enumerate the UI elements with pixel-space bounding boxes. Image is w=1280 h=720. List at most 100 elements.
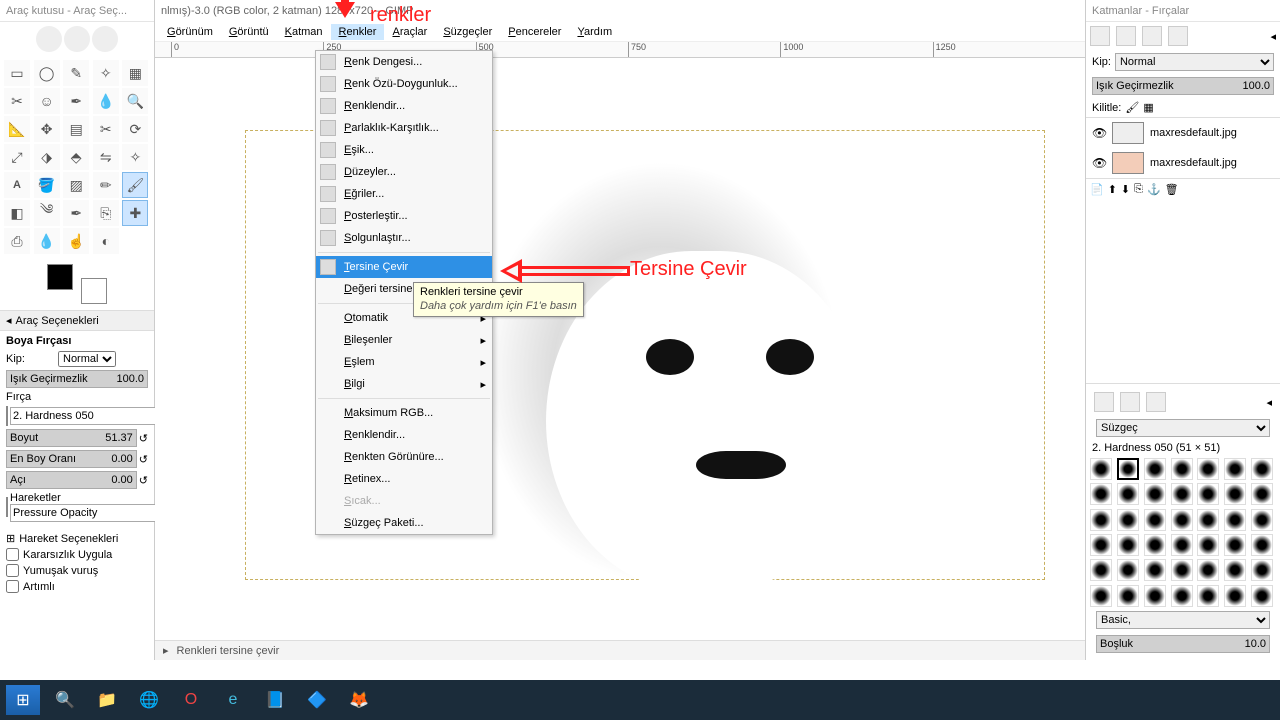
- mode-select[interactable]: Normal: [58, 351, 116, 367]
- brush-preset[interactable]: [1144, 509, 1166, 531]
- menu-item[interactable]: Renk Özü-Doygunluk...: [316, 73, 492, 95]
- brush-preset[interactable]: [1171, 585, 1193, 607]
- new-layer-icon[interactable]: 📄: [1090, 183, 1104, 196]
- dynamics-icon[interactable]: [6, 497, 8, 517]
- brush-preset[interactable]: [1090, 534, 1112, 556]
- brush-preset[interactable]: [1117, 509, 1139, 531]
- brush-preset[interactable]: [1251, 483, 1273, 505]
- brush-preset-select[interactable]: Basic,: [1096, 611, 1270, 629]
- brush-preset[interactable]: [1144, 458, 1166, 480]
- task-edge-icon[interactable]: 🌐: [132, 685, 166, 715]
- menu-item[interactable]: Renk Dengesi...: [316, 51, 492, 73]
- brush-preset[interactable]: [1224, 483, 1246, 505]
- brush-preset[interactable]: [1224, 585, 1246, 607]
- menu-katman[interactable]: Katman: [277, 24, 331, 40]
- gradients-tab-icon[interactable]: [1146, 392, 1166, 412]
- paths-tab-icon[interactable]: [1142, 26, 1162, 46]
- task-notepad-icon[interactable]: 📘: [258, 685, 292, 715]
- brush-preset[interactable]: [1171, 534, 1193, 556]
- task-gimp-icon[interactable]: 🦊: [342, 685, 376, 715]
- patterns-tab-icon[interactable]: [1120, 392, 1140, 412]
- size-reset-icon[interactable]: ↺: [139, 432, 148, 445]
- duplicate-layer-icon[interactable]: ⎘: [1134, 183, 1143, 196]
- brush-filter-select[interactable]: Süzgeç: [1096, 419, 1270, 437]
- tool-ellipse-select[interactable]: ◯: [34, 60, 60, 86]
- tool-fuzzy-select[interactable]: ✧: [93, 60, 119, 86]
- brush-preset[interactable]: [1251, 458, 1273, 480]
- brush-preset[interactable]: [1197, 483, 1219, 505]
- brush-preset[interactable]: [1197, 534, 1219, 556]
- menu-item[interactable]: Eşik...: [316, 139, 492, 161]
- menu-pencereler[interactable]: Pencereler: [500, 24, 569, 40]
- tool-text[interactable]: A: [4, 172, 30, 198]
- jitter-checkbox[interactable]: [6, 548, 19, 561]
- panel-menu-icon[interactable]: ◂: [1266, 396, 1272, 409]
- tool-cage[interactable]: ✧: [122, 144, 148, 170]
- brush-preset[interactable]: [1117, 585, 1139, 607]
- brush-preset[interactable]: [1224, 509, 1246, 531]
- menu-item[interactable]: Süzgeç Paketi...: [316, 512, 492, 534]
- layer-opacity-slider[interactable]: Işık Geçirmezlik100.0: [1092, 77, 1274, 95]
- task-app-icon[interactable]: 🔷: [300, 685, 334, 715]
- brush-preview-icon[interactable]: [6, 406, 8, 426]
- tool-rect-select[interactable]: ▭: [4, 60, 30, 86]
- layer-item[interactable]: 👁 maxresdefault.jpg: [1086, 118, 1280, 148]
- brush-preset[interactable]: [1224, 559, 1246, 581]
- tool-ink[interactable]: ✒: [63, 200, 89, 226]
- menu-item[interactable]: Bileşenler: [316, 329, 492, 351]
- angle-slider[interactable]: Açı0.00: [6, 471, 137, 489]
- layer-item[interactable]: 👁 maxresdefault.jpg: [1086, 148, 1280, 178]
- tool-perspective[interactable]: ⬘: [63, 144, 89, 170]
- menu-item[interactable]: Parlaklık-Karşıtlık...: [316, 117, 492, 139]
- tool-paths[interactable]: ✒: [63, 88, 89, 114]
- tool-pencil[interactable]: ✏: [93, 172, 119, 198]
- menu-item[interactable]: Renklendir...: [316, 95, 492, 117]
- brush-preset[interactable]: [1090, 559, 1112, 581]
- tool-foreground[interactable]: ☺: [34, 88, 60, 114]
- brush-preset[interactable]: [1224, 534, 1246, 556]
- menu-yardım[interactable]: Yardım: [569, 24, 620, 40]
- opacity-slider[interactable]: Işık Geçirmezlik100.0: [6, 370, 148, 388]
- brush-preset[interactable]: [1197, 509, 1219, 531]
- menu-item[interactable]: Renklendir...: [316, 424, 492, 446]
- brush-preset[interactable]: [1090, 585, 1112, 607]
- tool-measure[interactable]: 📐: [4, 116, 30, 142]
- layers-tab-icon[interactable]: [1090, 26, 1110, 46]
- brush-preset[interactable]: [1171, 509, 1193, 531]
- brush-preset[interactable]: [1144, 534, 1166, 556]
- undo-tab-icon[interactable]: [1168, 26, 1188, 46]
- brush-preset[interactable]: [1171, 559, 1193, 581]
- menu-item[interactable]: Düzeyler...: [316, 161, 492, 183]
- tool-color-select[interactable]: ▦: [122, 60, 148, 86]
- anchor-layer-icon[interactable]: ⚓: [1147, 183, 1161, 196]
- brush-preset[interactable]: [1117, 483, 1139, 505]
- panel-menu-icon[interactable]: ◂: [1270, 30, 1276, 43]
- aspect-slider[interactable]: En Boy Oranı0.00: [6, 450, 137, 468]
- layer-mode-select[interactable]: Normal: [1115, 53, 1274, 71]
- tool-dodge[interactable]: ◐: [93, 228, 119, 254]
- task-ie-icon[interactable]: e: [216, 685, 250, 715]
- dynamics-input[interactable]: [10, 504, 158, 522]
- tool-flip[interactable]: ⇋: [93, 144, 119, 170]
- brush-preset[interactable]: [1144, 559, 1166, 581]
- brush-preset[interactable]: [1197, 585, 1219, 607]
- task-opera-icon[interactable]: O: [174, 685, 208, 715]
- brush-preset[interactable]: [1251, 509, 1273, 531]
- color-swatch[interactable]: [47, 264, 107, 304]
- spacing-slider[interactable]: Boşluk10.0: [1096, 635, 1270, 653]
- brush-preset[interactable]: [1144, 483, 1166, 505]
- tool-align[interactable]: ▤: [63, 116, 89, 142]
- tool-blend[interactable]: ▨: [63, 172, 89, 198]
- delete-layer-icon[interactable]: 🗑: [1165, 183, 1179, 196]
- brush-preset[interactable]: [1224, 458, 1246, 480]
- tool-zoom[interactable]: 🔍: [122, 88, 148, 114]
- tool-blur[interactable]: 💧: [34, 228, 60, 254]
- size-slider[interactable]: Boyut51.37: [6, 429, 137, 447]
- tool-crop[interactable]: ✂: [93, 116, 119, 142]
- brush-preset[interactable]: [1090, 483, 1112, 505]
- menu-item[interactable]: Retinex...: [316, 468, 492, 490]
- channels-tab-icon[interactable]: [1116, 26, 1136, 46]
- tool-rotate[interactable]: ⟳: [122, 116, 148, 142]
- tool-move[interactable]: ✥: [34, 116, 60, 142]
- visibility-icon[interactable]: 👁: [1092, 126, 1106, 140]
